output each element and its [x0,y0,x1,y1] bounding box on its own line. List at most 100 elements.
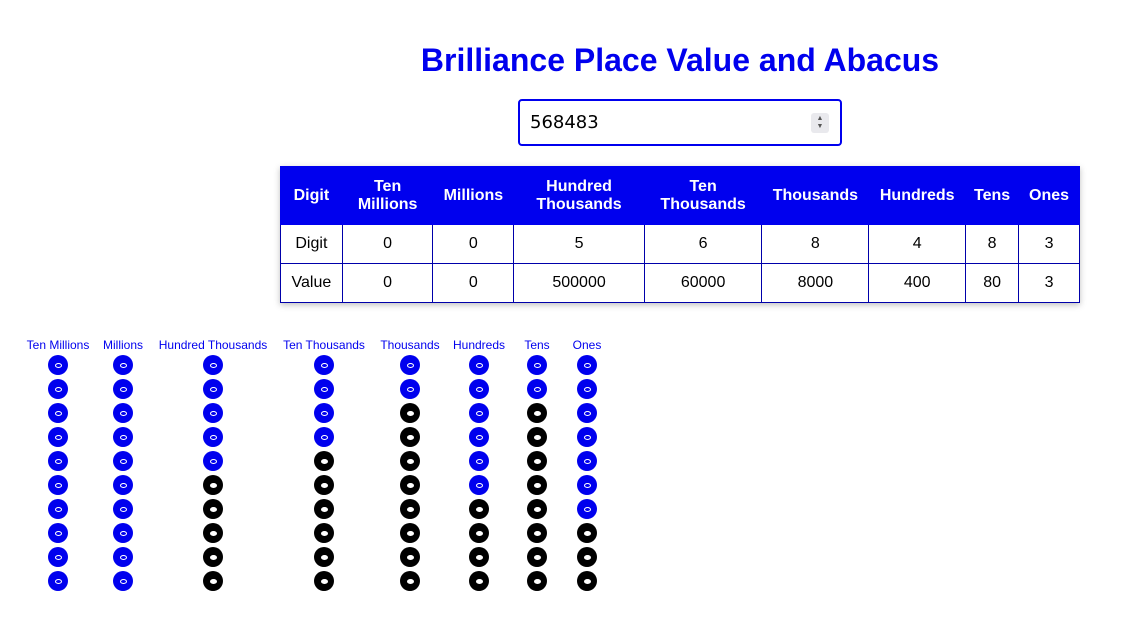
abacus-bead[interactable] [527,379,547,399]
abacus-bead[interactable] [48,379,68,399]
abacus-bead[interactable] [113,499,133,519]
chevron-up-icon[interactable]: ▲ [817,115,824,123]
abacus-bead-counted[interactable] [314,547,334,567]
abacus-bead[interactable] [113,571,133,591]
abacus-bead[interactable] [113,427,133,447]
abacus-bead[interactable] [48,571,68,591]
abacus-bead-counted[interactable] [577,571,597,591]
abacus-bead[interactable] [400,355,420,375]
abacus-bead-counted[interactable] [400,547,420,567]
bead-hole [119,362,127,368]
abacus-bead[interactable] [203,403,223,423]
abacus-bead[interactable] [314,355,334,375]
abacus-bead-counted[interactable] [400,427,420,447]
abacus-bead[interactable] [469,379,489,399]
number-spinner[interactable]: ▲ ▼ [811,113,829,133]
bead-hole [54,530,62,536]
abacus-bead-counted[interactable] [527,475,547,495]
abacus-bead-counted[interactable] [314,451,334,471]
abacus-bead-counted[interactable] [527,403,547,423]
abacus-bead[interactable] [203,451,223,471]
abacus-bead[interactable] [577,451,597,471]
abacus-bead-counted[interactable] [400,571,420,591]
abacus-bead[interactable] [48,523,68,543]
abacus-bead-counted[interactable] [577,547,597,567]
abacus-bead-counted[interactable] [400,403,420,423]
abacus-bead-counted[interactable] [469,499,489,519]
abacus-bead-counted[interactable] [203,523,223,543]
abacus-bead[interactable] [48,499,68,519]
abacus-bead-counted[interactable] [527,571,547,591]
abacus-bead[interactable] [314,427,334,447]
bead-hole [320,458,328,464]
abacus-bead-counted[interactable] [400,451,420,471]
abacus-bead-counted[interactable] [314,571,334,591]
chevron-down-icon[interactable]: ▼ [817,123,824,131]
abacus-label-thousands: Thousands [380,338,440,352]
abacus-label-hundreds: Hundreds [452,338,506,352]
abacus-bead[interactable] [577,427,597,447]
abacus-bead[interactable] [48,547,68,567]
bead-hole [119,482,127,488]
abacus-bead-counted[interactable] [527,427,547,447]
abacus-bead[interactable] [203,379,223,399]
number-input[interactable] [518,99,842,146]
abacus-bead-counted[interactable] [203,499,223,519]
abacus-bead[interactable] [113,403,133,423]
abacus-bead[interactable] [113,451,133,471]
bead-hole [475,434,483,440]
abacus-bead[interactable] [113,379,133,399]
abacus-bead-counted[interactable] [314,523,334,543]
abacus-bead[interactable] [469,403,489,423]
abacus-bead-counted[interactable] [400,475,420,495]
abacus-bead[interactable] [113,475,133,495]
abacus-bead[interactable] [577,379,597,399]
abacus-bead-counted[interactable] [469,547,489,567]
row-label: Digit [280,224,343,264]
abacus-bead[interactable] [48,427,68,447]
abacus-bead[interactable] [400,379,420,399]
abacus-bead[interactable] [113,355,133,375]
abacus-bead-counted[interactable] [314,499,334,519]
abacus-bead[interactable] [577,355,597,375]
table-cell: 400 [868,263,967,303]
abacus-bead-counted[interactable] [527,547,547,567]
abacus-bead[interactable] [48,475,68,495]
abacus-bead-counted[interactable] [400,499,420,519]
abacus-bead-counted[interactable] [577,523,597,543]
abacus-bead-counted[interactable] [203,547,223,567]
abacus-bead[interactable] [314,379,334,399]
abacus-bead[interactable] [48,355,68,375]
abacus-bead[interactable] [113,523,133,543]
abacus-bead[interactable] [577,475,597,495]
abacus-bead[interactable] [469,451,489,471]
abacus-bead-counted[interactable] [527,451,547,471]
abacus-bead[interactable] [527,355,547,375]
abacus-bead[interactable] [48,451,68,471]
abacus-bead-counted[interactable] [527,499,547,519]
abacus-bead[interactable] [469,355,489,375]
abacus-bead-counted[interactable] [527,523,547,543]
bead-hole [475,530,483,536]
abacus-bead-counted[interactable] [314,475,334,495]
abacus-bead[interactable] [314,403,334,423]
abacus-bead[interactable] [113,547,133,567]
abacus-bead-counted[interactable] [469,523,489,543]
abacus-bead[interactable] [577,499,597,519]
bead-hole [209,386,217,392]
abacus-bead[interactable] [203,427,223,447]
bead-hole [54,578,62,584]
bead-hole [119,434,127,440]
abacus-bead-counted[interactable] [469,571,489,591]
abacus-bead[interactable] [469,427,489,447]
bead-hole [119,386,127,392]
abacus-bead-counted[interactable] [400,523,420,543]
abacus-bead-counted[interactable] [203,571,223,591]
bead-hole [583,530,591,536]
abacus-bead[interactable] [469,475,489,495]
bead-hole [406,482,414,488]
abacus-bead[interactable] [577,403,597,423]
abacus-bead[interactable] [48,403,68,423]
abacus-bead-counted[interactable] [203,475,223,495]
abacus-bead[interactable] [203,355,223,375]
